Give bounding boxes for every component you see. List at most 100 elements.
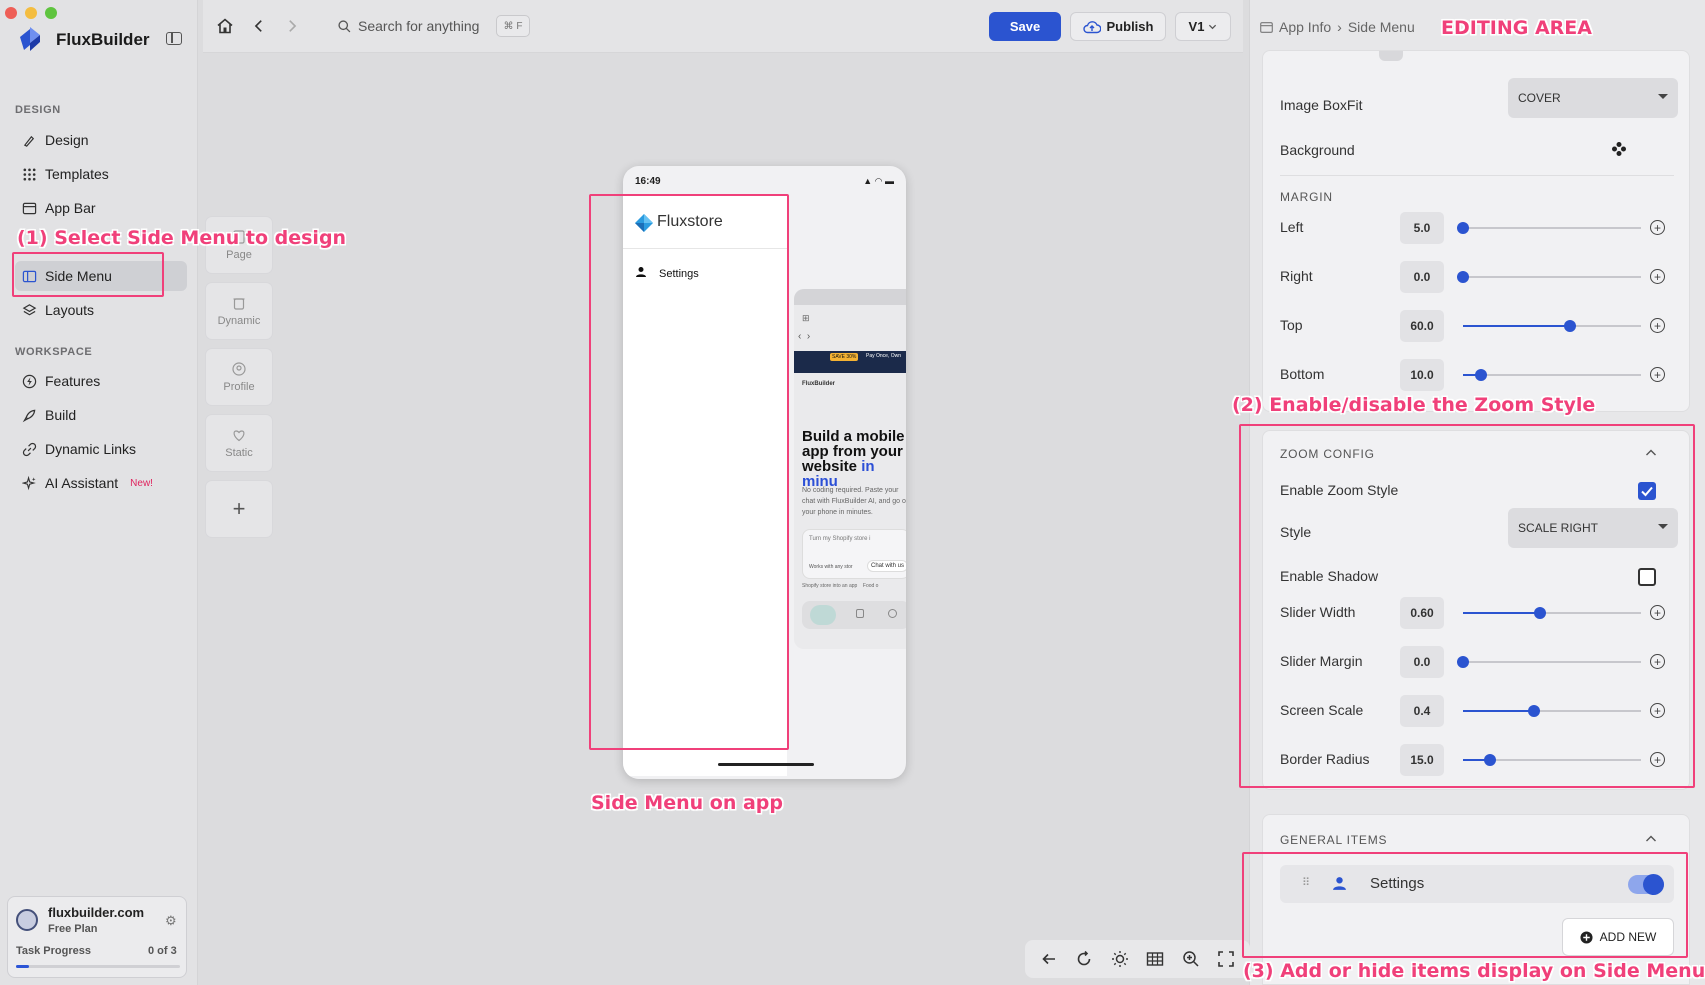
slider-track[interactable] (1463, 369, 1641, 381)
gear-icon[interactable]: ⚙ (165, 913, 177, 929)
add-circle-icon[interactable]: + (1650, 367, 1665, 382)
annotation-editing-area: EDITING AREA (1441, 17, 1592, 39)
slider-value-input[interactable]: 60.0 (1400, 310, 1444, 342)
search-input[interactable]: Search for anything (358, 18, 479, 34)
slider-thumb[interactable] (1474, 369, 1487, 381)
highlight-side-menu-preview (589, 194, 789, 750)
zoom-window-button[interactable] (45, 7, 57, 19)
tile-static[interactable]: Static (205, 414, 273, 472)
breadcrumb-item[interactable]: App Info (1279, 19, 1331, 35)
annotation-side-menu-on-app: Side Menu on app (591, 792, 783, 814)
slider-fill (1463, 325, 1570, 327)
home-icon[interactable] (214, 15, 236, 37)
close-window-button[interactable] (5, 7, 17, 19)
preview-works-text: Works with any stor (809, 564, 853, 570)
canvas-toolbar (1025, 940, 1250, 978)
refresh-icon[interactable] (1075, 950, 1093, 968)
sidebar-item-templates[interactable]: Templates (15, 159, 187, 189)
sidebar-item-label: Build (45, 407, 77, 423)
promo-text: Pay Once, Own (866, 353, 902, 359)
search-icon[interactable] (333, 15, 355, 37)
globe-icon (16, 909, 38, 931)
sidebar-item-build[interactable]: Build (15, 400, 187, 430)
add-circle-icon[interactable]: + (1650, 220, 1665, 235)
task-progress-bar (16, 965, 180, 968)
annotation-step-1: (1) Select Side Menu to design (17, 227, 347, 249)
version-select[interactable]: V1 (1175, 12, 1231, 41)
sun-icon[interactable] (1111, 950, 1129, 968)
publish-button[interactable]: Publish (1070, 12, 1166, 41)
sidebar-item-features[interactable]: Features (15, 366, 187, 396)
tile-label: Profile (223, 381, 255, 393)
slider-row-bottom: Bottom 10.0 + (1263, 358, 1691, 392)
home-tab-icon (810, 605, 836, 625)
save-button[interactable]: Save (989, 12, 1061, 41)
fullscreen-icon[interactable] (1217, 950, 1235, 968)
sidebar-item-dynamic-links[interactable]: Dynamic Links (15, 434, 187, 464)
drag-handle[interactable] (1379, 51, 1403, 61)
highlight-side-menu-item (12, 252, 164, 297)
tile-profile[interactable]: Profile (205, 348, 273, 406)
annotation-step-3: (3) Add or hide items display on Side Me… (1243, 960, 1705, 982)
link-icon (22, 442, 37, 456)
forward-icon[interactable] (281, 15, 303, 37)
preview-card-chip: Chat with us (867, 560, 906, 572)
slider-value-input[interactable]: 0.0 (1400, 261, 1444, 293)
slider-value-input[interactable]: 10.0 (1400, 359, 1444, 391)
minimize-window-button[interactable] (25, 7, 37, 19)
version-label: V1 (1188, 19, 1205, 34)
slider-label: Left (1280, 219, 1304, 235)
slider-value-input[interactable]: 5.0 (1400, 212, 1444, 244)
highlight-general-items (1242, 852, 1688, 958)
tile-dynamic[interactable]: Dynamic (205, 282, 273, 340)
app-brand: FluxBuilder (56, 30, 150, 49)
design-section-label: DESIGN (15, 104, 61, 116)
sidebar-item-design[interactable]: Design (15, 125, 187, 155)
site-card[interactable]: fluxbuilder.com Free Plan ⚙ Task Progres… (7, 896, 187, 978)
divider (1280, 175, 1674, 176)
task-progress-fill (16, 965, 30, 968)
preview-browser-bar (794, 289, 906, 305)
palette-icon[interactable] (1611, 141, 1627, 157)
slider-track[interactable] (1457, 271, 1641, 283)
image-boxfit-value: COVER (1518, 91, 1561, 105)
profile-icon (232, 362, 246, 376)
add-page-button[interactable]: + (205, 480, 273, 538)
layers-icon (22, 303, 37, 315)
preview-card-text: Turn my Shopify store i (809, 536, 871, 542)
add-circle-icon[interactable]: + (1650, 318, 1665, 333)
back-icon[interactable] (248, 15, 270, 37)
preview-chip-2: Food o (862, 583, 879, 589)
bag-tab-icon (856, 609, 864, 618)
sidebar-item-label: App Bar (45, 200, 96, 216)
search-shortcut: ⌘ F (496, 15, 530, 37)
breadcrumb-item[interactable]: Side Menu (1348, 19, 1415, 35)
slider-thumb[interactable] (1457, 222, 1469, 234)
slider-track[interactable] (1463, 320, 1641, 332)
window-icon (22, 202, 37, 214)
slider-thumb[interactable] (1457, 271, 1469, 283)
chevron-up-icon[interactable] (1645, 833, 1657, 845)
preview-chip-1: Shopify store into an app (802, 583, 858, 589)
promo-badge: SAVE 30% (830, 353, 859, 361)
table-icon[interactable] (1146, 950, 1164, 968)
sidebar-item-ai-assistant[interactable]: AI Assistant New! (15, 468, 187, 498)
slider-track[interactable] (1457, 222, 1641, 234)
zoom-in-icon[interactable] (1182, 950, 1200, 968)
slider-label: Right (1280, 268, 1313, 284)
sidebar-item-app-bar[interactable]: App Bar (15, 193, 187, 223)
breadcrumb-separator: › (1337, 19, 1342, 35)
sidebar-item-layouts[interactable]: Layouts (15, 295, 187, 325)
add-circle-icon[interactable]: + (1650, 269, 1665, 284)
image-boxfit-select[interactable]: COVER (1508, 78, 1678, 118)
image-boxfit-label: Image BoxFit (1280, 97, 1363, 113)
breadcrumb: App Info › Side Menu (1260, 19, 1415, 35)
slider-thumb[interactable] (1563, 320, 1576, 332)
layout-settings-card: Image BoxFit COVER Background MARGIN Lef… (1262, 50, 1690, 412)
sidebar-toggle-icon[interactable] (166, 32, 182, 45)
slider-label: Top (1280, 317, 1303, 333)
preview-bottom-nav (802, 601, 906, 629)
slider-label: Bottom (1280, 366, 1325, 382)
caret-down-icon (1658, 94, 1668, 99)
arrow-left-icon[interactable] (1040, 950, 1058, 968)
